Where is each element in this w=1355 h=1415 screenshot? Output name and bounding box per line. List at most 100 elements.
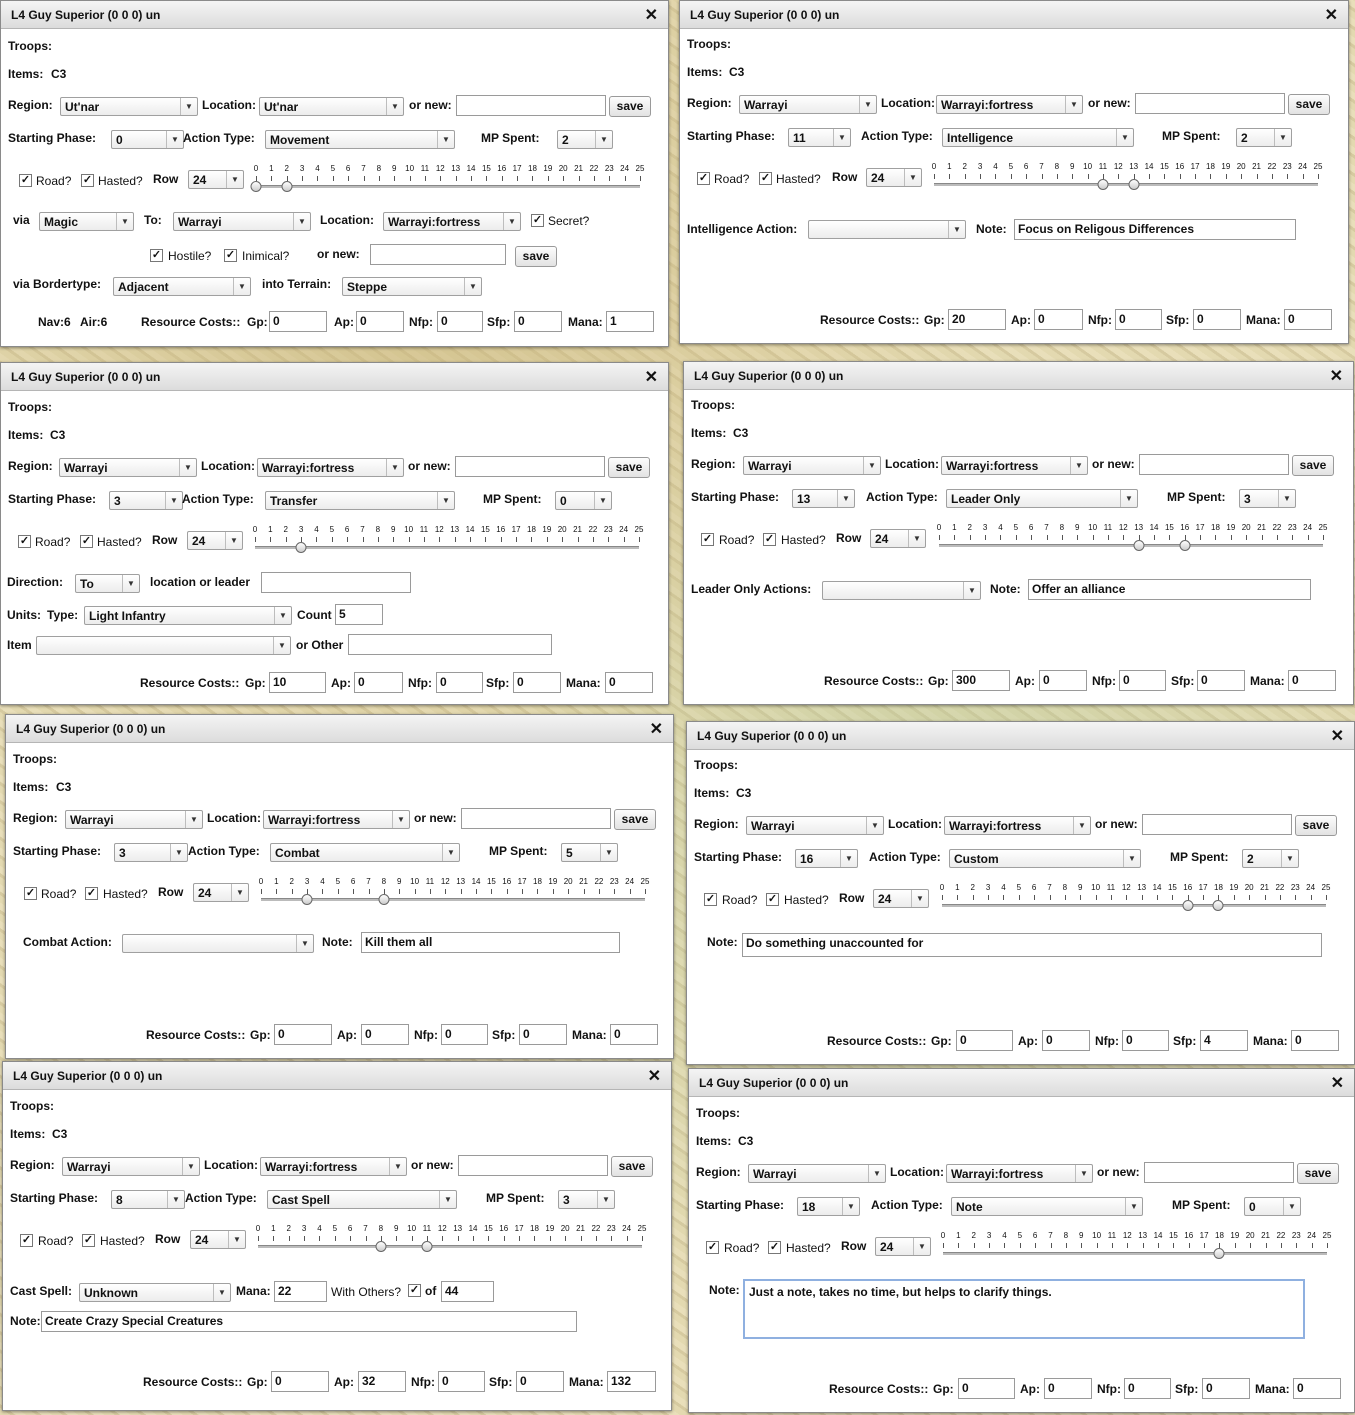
location-select[interactable]: Warrayi:fortress ▼ — [260, 1157, 407, 1176]
close-icon[interactable]: ✕ — [645, 5, 658, 25]
row-select[interactable]: 24 ▼ — [866, 168, 922, 187]
gp-input[interactable]: 300 — [952, 670, 1010, 691]
mana-input[interactable]: 0 — [610, 1024, 658, 1045]
road-checkbox[interactable]: ✓ — [20, 1234, 33, 1247]
starting-phase-select[interactable]: 3 ▼ — [109, 491, 183, 510]
mp-spent-select[interactable]: 0 ▼ — [555, 491, 612, 510]
count-input[interactable]: 5 — [335, 604, 383, 625]
hasted-checkbox[interactable]: ✓ — [85, 887, 98, 900]
road-checkbox[interactable]: ✓ — [706, 1241, 719, 1254]
slider-start-handle[interactable] — [1182, 900, 1194, 911]
gp-input[interactable]: 0 — [274, 1024, 332, 1045]
road-checkbox[interactable]: ✓ — [18, 535, 31, 548]
new-location-input[interactable] — [1135, 93, 1285, 114]
action-type-select[interactable]: Movement ▼ — [265, 130, 455, 149]
note-textarea[interactable]: Just a note, takes no time, but helps to… — [743, 1279, 1305, 1339]
dialog-titlebar[interactable]: L4 Guy Superior (0 0 0) un ✕ — [6, 715, 673, 743]
hasted-checkbox[interactable]: ✓ — [80, 535, 93, 548]
starting-phase-select[interactable]: 8 ▼ — [111, 1190, 185, 1209]
terrain-select[interactable]: Steppe ▼ — [342, 277, 482, 296]
slider-start-handle[interactable] — [250, 181, 262, 192]
road-checkbox[interactable]: ✓ — [24, 887, 37, 900]
phase-range-slider[interactable]: 0 1 2 3 4 5 6 7 8 9 10 11 12 13 14 15 16 17 18 19 20 21 22 23 24… — [259, 877, 649, 909]
starting-phase-select[interactable]: 3 ▼ — [114, 843, 188, 862]
item-select[interactable]: ▼ — [36, 636, 291, 655]
starting-phase-select[interactable]: 13 ▼ — [792, 489, 855, 508]
row-select[interactable]: 24 ▼ — [188, 170, 244, 189]
close-icon[interactable]: ✕ — [1331, 726, 1344, 746]
slider-track[interactable] — [256, 185, 640, 188]
close-icon[interactable]: ✕ — [1331, 1073, 1344, 1093]
dialog-titlebar[interactable]: L4 Guy Superior (0 0 0) un ✕ — [687, 722, 1354, 750]
slider-end-handle[interactable] — [1212, 900, 1224, 911]
ap-input[interactable]: 0 — [354, 672, 403, 693]
location-select[interactable]: Ut'nar ▼ — [259, 97, 404, 116]
ap-input[interactable]: 32 — [358, 1371, 406, 1392]
row-select[interactable]: 24 ▼ — [870, 529, 926, 548]
region-select[interactable]: Ut'nar ▼ — [60, 97, 198, 116]
gp-input[interactable]: 0 — [956, 1030, 1013, 1051]
location-select[interactable]: Warrayi:fortress ▼ — [946, 1164, 1093, 1183]
region-select[interactable]: Warrayi ▼ — [62, 1157, 200, 1176]
mana-input[interactable]: 0 — [1288, 670, 1336, 691]
secret-checkbox[interactable]: ✓ — [531, 214, 544, 227]
slider-track[interactable] — [943, 1252, 1327, 1255]
save-button[interactable]: save — [1295, 815, 1337, 836]
phase-range-slider[interactable]: 0 1 2 3 4 5 6 7 8 9 10 11 12 13 14 15 16 17 18 19 20 21 22 23 24… — [256, 1224, 646, 1256]
close-icon[interactable]: ✕ — [1330, 366, 1343, 386]
slider-track[interactable] — [939, 544, 1323, 547]
slider-track[interactable] — [934, 183, 1318, 186]
close-icon[interactable]: ✕ — [650, 719, 663, 739]
action-type-select[interactable]: Transfer ▼ — [265, 491, 455, 510]
note-input[interactable]: Kill them all — [361, 932, 620, 953]
phase-range-slider[interactable]: 0 1 2 3 4 5 6 7 8 9 10 11 12 13 14 15 16 17 18 19 20 21 22 23 24… — [932, 162, 1322, 194]
slider-start-handle[interactable] — [295, 542, 307, 553]
hasted-checkbox[interactable]: ✓ — [763, 533, 776, 546]
with-others-checkbox[interactable]: ✓ — [408, 1284, 421, 1297]
unit-type-select[interactable]: Light Infantry ▼ — [84, 606, 292, 625]
save-button[interactable]: save — [1288, 94, 1330, 115]
mana-input[interactable]: 132 — [607, 1371, 656, 1392]
via-select[interactable]: Magic ▼ — [39, 212, 134, 231]
sfp-input[interactable]: 0 — [514, 311, 562, 332]
phase-range-slider[interactable]: 0 1 2 3 4 5 6 7 8 9 10 11 12 13 14 15 16 17 18 19 20 21 22 23 24… — [253, 525, 643, 557]
nfp-input[interactable]: 0 — [1115, 309, 1162, 330]
row-select[interactable]: 24 ▼ — [190, 1230, 246, 1249]
hostile-checkbox[interactable]: ✓ — [150, 249, 163, 262]
slider-start-handle[interactable] — [1133, 540, 1145, 551]
slider-end-handle[interactable] — [1179, 540, 1191, 551]
starting-phase-select[interactable]: 16 ▼ — [795, 849, 858, 868]
new-location-input[interactable] — [1139, 454, 1289, 475]
note-input[interactable]: Do something unaccounted for — [742, 933, 1322, 957]
other-item-input[interactable] — [348, 634, 552, 655]
nfp-input[interactable]: 0 — [436, 672, 483, 693]
nfp-input[interactable]: 0 — [1124, 1378, 1171, 1399]
slider-track[interactable] — [258, 1245, 642, 1248]
row-select[interactable]: 24 ▼ — [875, 1237, 931, 1256]
mp-spent-select[interactable]: 2 ▼ — [1242, 849, 1299, 868]
slider-end-handle[interactable] — [421, 1241, 433, 1252]
gp-input[interactable]: 0 — [958, 1378, 1015, 1399]
row-select[interactable]: 24 ▼ — [193, 883, 249, 902]
mana-input[interactable]: 0 — [1291, 1030, 1339, 1051]
new-location-input[interactable] — [1142, 814, 1292, 835]
new-location-input[interactable] — [1144, 1162, 1294, 1183]
dialog-titlebar[interactable]: L4 Guy Superior (0 0 0) un ✕ — [689, 1069, 1354, 1097]
nfp-input[interactable]: 0 — [441, 1024, 488, 1045]
action-type-select[interactable]: Intelligence ▼ — [942, 128, 1134, 147]
action-type-select[interactable]: Leader Only ▼ — [946, 489, 1138, 508]
slider-track[interactable] — [942, 904, 1326, 907]
direction-select[interactable]: To ▼ — [75, 574, 140, 593]
new-location-input[interactable] — [456, 95, 606, 116]
ap-input[interactable]: 0 — [356, 311, 404, 332]
slider-end-handle[interactable] — [378, 894, 390, 905]
gp-input[interactable]: 0 — [271, 1371, 329, 1392]
road-checkbox[interactable]: ✓ — [704, 893, 717, 906]
sfp-input[interactable]: 0 — [1193, 309, 1241, 330]
region-select[interactable]: Warrayi ▼ — [748, 1164, 886, 1183]
save-button[interactable]: save — [611, 1156, 653, 1177]
action-type-select[interactable]: Note ▼ — [951, 1197, 1143, 1216]
note-input[interactable]: Offer an alliance — [1028, 579, 1311, 600]
road-checkbox[interactable]: ✓ — [701, 533, 714, 546]
location-select[interactable]: Warrayi:fortress ▼ — [257, 458, 404, 477]
